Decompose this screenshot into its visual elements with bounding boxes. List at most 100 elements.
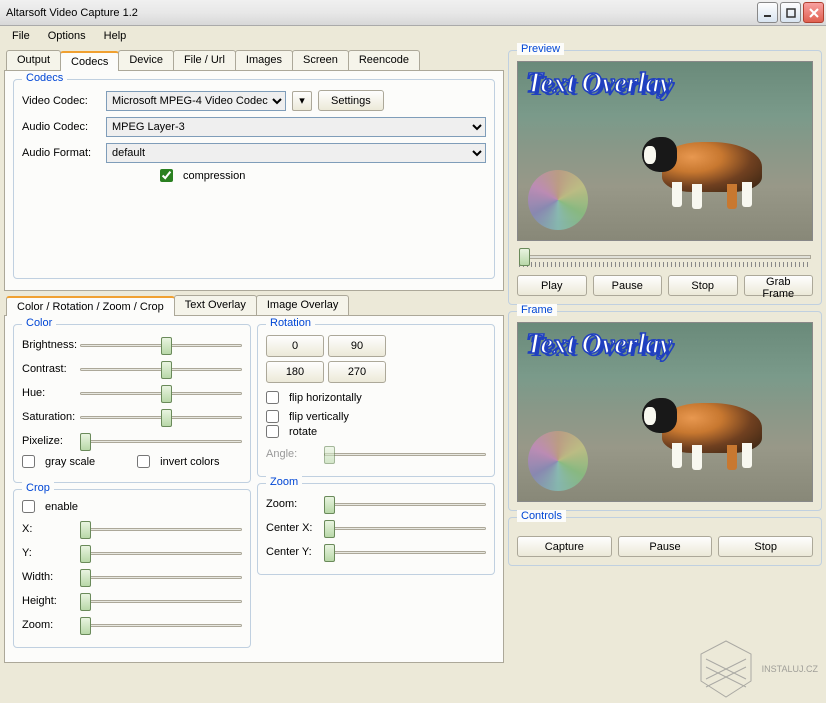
zoom-slider[interactable]: [324, 494, 486, 514]
preview-image: Text Overlay: [517, 61, 813, 241]
brand-text: INSTALUJ.CZ: [762, 664, 818, 674]
brightness-slider[interactable]: [80, 335, 242, 355]
sub-tabs: Color / Rotation / Zoom / Crop Text Over…: [4, 295, 504, 316]
zoom-cy-label: Center Y:: [266, 546, 324, 558]
stop-button[interactable]: Stop: [668, 275, 738, 296]
overlay-text: Text Overlay: [526, 68, 672, 100]
controls-pause-button[interactable]: Pause: [618, 536, 713, 557]
audio-codec-label: Audio Codec:: [22, 121, 100, 133]
subtab-imageoverlay[interactable]: Image Overlay: [256, 295, 350, 315]
tab-fileurl[interactable]: File / Url: [173, 50, 236, 70]
zoom-cx-slider[interactable]: [324, 518, 486, 538]
video-codec-select[interactable]: Microsoft MPEG-4 Video Codec: [106, 91, 286, 111]
saturation-slider[interactable]: [80, 407, 242, 427]
contrast-slider[interactable]: [80, 359, 242, 379]
menu-file[interactable]: File: [4, 28, 38, 44]
angle-slider[interactable]: [324, 444, 486, 464]
flip-h-checkbox[interactable]: [266, 391, 279, 404]
flip-v-label: flip vertically: [289, 411, 349, 423]
minimize-button[interactable]: [757, 2, 778, 23]
crop-width-label: Width:: [22, 571, 80, 583]
watermark-icon: [528, 170, 588, 230]
invert-label: invert colors: [160, 456, 219, 468]
tab-device[interactable]: Device: [118, 50, 174, 70]
crop-y-slider[interactable]: [80, 543, 242, 563]
zoom-cy-slider[interactable]: [324, 542, 486, 562]
tab-output[interactable]: Output: [6, 50, 61, 70]
controls-legend: Controls: [517, 510, 566, 522]
chevron-down-icon[interactable]: ▾: [292, 91, 312, 111]
grayscale-label: gray scale: [45, 456, 95, 468]
rotate-label: rotate: [289, 426, 317, 438]
menu-options[interactable]: Options: [40, 28, 94, 44]
zoom-label: Zoom:: [266, 498, 324, 510]
preview-legend: Preview: [517, 43, 564, 55]
invert-checkbox[interactable]: [137, 455, 150, 468]
hue-slider[interactable]: [80, 383, 242, 403]
play-button[interactable]: Play: [517, 275, 587, 296]
rotation-legend: Rotation: [266, 317, 315, 329]
crop-x-slider[interactable]: [80, 519, 242, 539]
audio-codec-select[interactable]: MPEG Layer-3: [106, 117, 486, 137]
crop-height-slider[interactable]: [80, 591, 242, 611]
crop-enable-label: enable: [45, 501, 78, 513]
grayscale-checkbox[interactable]: [22, 455, 35, 468]
window-title: Altarsoft Video Capture 1.2: [2, 7, 757, 19]
main-tabs: Output Codecs Device File / Url Images S…: [4, 50, 504, 71]
compression-label: compression: [183, 170, 245, 182]
crop-zoom-label: Zoom:: [22, 619, 80, 631]
rotate-0-button[interactable]: 0: [266, 335, 324, 357]
pause-button[interactable]: Pause: [593, 275, 663, 296]
compression-checkbox[interactable]: [160, 169, 173, 182]
cat-image: [642, 112, 782, 212]
zoom-legend: Zoom: [266, 476, 302, 488]
crop-x-label: X:: [22, 523, 80, 535]
cube-icon: [696, 639, 756, 699]
subtab-textoverlay[interactable]: Text Overlay: [174, 295, 257, 315]
watermark-icon-2: [528, 431, 588, 491]
frame-legend: Frame: [517, 304, 557, 316]
rotate-checkbox[interactable]: [266, 425, 279, 438]
menu-help[interactable]: Help: [96, 28, 135, 44]
rotate-270-button[interactable]: 270: [328, 361, 386, 383]
angle-label: Angle:: [266, 448, 324, 460]
tab-reencode[interactable]: Reencode: [348, 50, 420, 70]
rotate-180-button[interactable]: 180: [266, 361, 324, 383]
tab-codecs[interactable]: Codecs: [60, 51, 119, 71]
crop-zoom-slider[interactable]: [80, 615, 242, 635]
crop-width-slider[interactable]: [80, 567, 242, 587]
crop-height-label: Height:: [22, 595, 80, 607]
tab-images[interactable]: Images: [235, 50, 293, 70]
color-legend: Color: [22, 317, 56, 329]
crop-legend: Crop: [22, 482, 54, 494]
codecs-legend: Codecs: [22, 72, 67, 84]
preview-seekbar[interactable]: [519, 247, 811, 267]
pixelize-slider[interactable]: [80, 431, 242, 451]
settings-button[interactable]: Settings: [318, 90, 384, 111]
cat-image-2: [642, 373, 782, 473]
capture-button[interactable]: Capture: [517, 536, 612, 557]
audio-format-select[interactable]: default: [106, 143, 486, 163]
close-button[interactable]: [803, 2, 824, 23]
video-codec-label: Video Codec:: [22, 95, 100, 107]
crop-y-label: Y:: [22, 547, 80, 559]
maximize-button[interactable]: [780, 2, 801, 23]
grab-frame-button[interactable]: Grab Frame: [744, 275, 814, 296]
subtab-color[interactable]: Color / Rotation / Zoom / Crop: [6, 296, 175, 316]
contrast-label: Contrast:: [22, 363, 80, 375]
flip-v-checkbox[interactable]: [266, 410, 279, 423]
rotate-90-button[interactable]: 90: [328, 335, 386, 357]
zoom-cx-label: Center X:: [266, 522, 324, 534]
titlebar: Altarsoft Video Capture 1.2: [0, 0, 826, 26]
saturation-label: Saturation:: [22, 411, 80, 423]
brightness-label: Brightness:: [22, 339, 80, 351]
menubar: File Options Help: [0, 26, 826, 46]
controls-stop-button[interactable]: Stop: [718, 536, 813, 557]
audio-format-label: Audio Format:: [22, 147, 100, 159]
pixelize-label: Pixelize:: [22, 435, 80, 447]
frame-image: Text Overlay: [517, 322, 813, 502]
crop-enable-checkbox[interactable]: [22, 500, 35, 513]
brand-watermark: INSTALUJ.CZ: [696, 639, 818, 699]
tab-screen[interactable]: Screen: [292, 50, 349, 70]
hue-label: Hue:: [22, 387, 80, 399]
